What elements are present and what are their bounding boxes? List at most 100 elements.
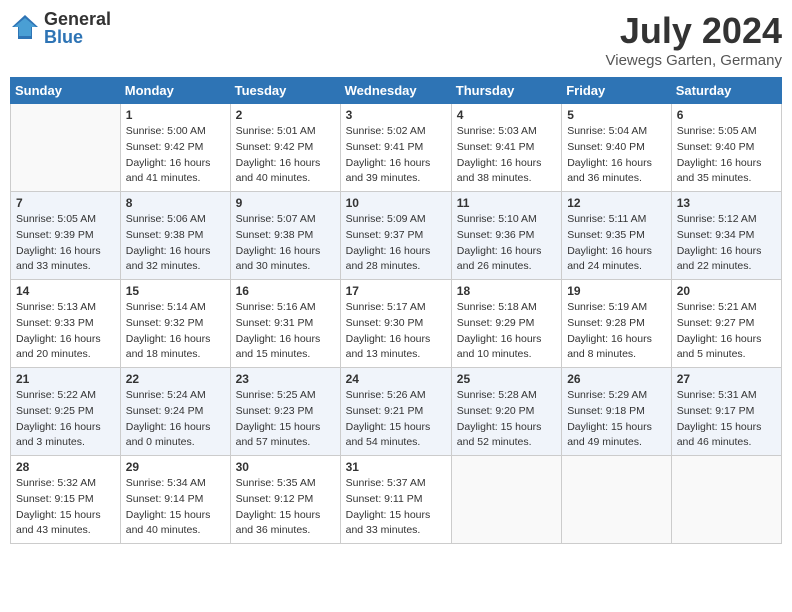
- calendar-cell: 20Sunrise: 5:21 AMSunset: 9:27 PMDayligh…: [671, 280, 781, 368]
- day-number: 19: [567, 284, 666, 298]
- day-number: 17: [346, 284, 446, 298]
- day-number: 23: [236, 372, 335, 386]
- day-number: 20: [677, 284, 776, 298]
- day-info: Sunrise: 5:07 AMSunset: 9:38 PMDaylight:…: [236, 212, 335, 275]
- day-number: 18: [457, 284, 556, 298]
- calendar-cell: 24 Sunrise: 5:26 AMSunset: 9:21 PMDayligh…: [340, 368, 451, 456]
- day-number: 10: [346, 196, 446, 210]
- day-info: Sunrise: 5:35 AMSunset: 9:12 PMDaylight:…: [236, 476, 335, 539]
- calendar-week-3: 14Sunrise: 5:13 AMSunset: 9:33 PMDayligh…: [11, 280, 782, 368]
- day-info: Sunrise: 5:29 AMSunset: 9:18 PMDaylight:…: [567, 388, 666, 451]
- calendar-cell: 13 Sunrise: 5:12 AMSunset: 9:34 PMDayligh…: [671, 192, 781, 280]
- day-header-monday: Monday: [120, 78, 230, 104]
- day-number: 12: [567, 196, 666, 210]
- title-block: July 2024 Viewegs Garten, Germany: [606, 10, 782, 69]
- calendar-cell: 15 Sunrise: 5:14 AMSunset: 9:32 PMDayligh…: [120, 280, 230, 368]
- calendar-cell: 1 Sunrise: 5:00 AMSunset: 9:42 PMDaylight…: [120, 104, 230, 192]
- calendar-week-5: 28 Sunrise: 5:32 AMSunset: 9:15 PMDayligh…: [11, 456, 782, 544]
- calendar-cell: 11 Sunrise: 5:10 AMSunset: 9:36 PMDayligh…: [451, 192, 561, 280]
- page-header: General Blue July 2024 Viewegs Garten, G…: [10, 10, 782, 69]
- location: Viewegs Garten, Germany: [606, 52, 782, 69]
- day-header-wednesday: Wednesday: [340, 78, 451, 104]
- day-number: 4: [457, 108, 556, 122]
- calendar-cell: 9 Sunrise: 5:07 AMSunset: 9:38 PMDaylight…: [230, 192, 340, 280]
- day-number: 31: [346, 460, 446, 474]
- day-info: Sunrise: 5:19 AMSunset: 9:28 PMDaylight:…: [567, 300, 666, 363]
- calendar-cell: [451, 456, 561, 544]
- header-row: SundayMondayTuesdayWednesdayThursdayFrid…: [11, 78, 782, 104]
- day-number: 3: [346, 108, 446, 122]
- day-number: 24: [346, 372, 446, 386]
- day-info: Sunrise: 5:02 AMSunset: 9:41 PMDaylight:…: [346, 124, 446, 187]
- calendar-week-2: 7Sunrise: 5:05 AMSunset: 9:39 PMDaylight…: [11, 192, 782, 280]
- day-info: Sunrise: 5:01 AMSunset: 9:42 PMDaylight:…: [236, 124, 335, 187]
- day-number: 7: [16, 196, 115, 210]
- day-number: 22: [126, 372, 225, 386]
- day-info: Sunrise: 5:09 AMSunset: 9:37 PMDaylight:…: [346, 212, 446, 275]
- day-info: Sunrise: 5:12 AMSunset: 9:34 PMDaylight:…: [677, 212, 776, 275]
- calendar-cell: 6Sunrise: 5:05 AMSunset: 9:40 PMDaylight…: [671, 104, 781, 192]
- calendar-cell: 10 Sunrise: 5:09 AMSunset: 9:37 PMDayligh…: [340, 192, 451, 280]
- day-number: 9: [236, 196, 335, 210]
- day-number: 21: [16, 372, 115, 386]
- calendar-cell: 21 Sunrise: 5:22 AMSunset: 9:25 PMDayligh…: [11, 368, 121, 456]
- day-info: Sunrise: 5:18 AMSunset: 9:29 PMDaylight:…: [457, 300, 556, 363]
- calendar-cell: 12 Sunrise: 5:11 AMSunset: 9:35 PMDayligh…: [562, 192, 672, 280]
- day-info: Sunrise: 5:32 AMSunset: 9:15 PMDaylight:…: [16, 476, 115, 539]
- logo-general-text: General: [44, 10, 111, 28]
- day-header-thursday: Thursday: [451, 78, 561, 104]
- day-number: 2: [236, 108, 335, 122]
- calendar-cell: 23 Sunrise: 5:25 AMSunset: 9:23 PMDayligh…: [230, 368, 340, 456]
- day-number: 29: [126, 460, 225, 474]
- calendar-cell: 26 Sunrise: 5:29 AMSunset: 9:18 PMDayligh…: [562, 368, 672, 456]
- calendar-body: 1 Sunrise: 5:00 AMSunset: 9:42 PMDaylight…: [11, 104, 782, 544]
- day-number: 25: [457, 372, 556, 386]
- logo-blue-text: Blue: [44, 28, 111, 46]
- day-info: Sunrise: 5:14 AMSunset: 9:32 PMDaylight:…: [126, 300, 225, 363]
- calendar-cell: 28 Sunrise: 5:32 AMSunset: 9:15 PMDayligh…: [11, 456, 121, 544]
- calendar-cell: 31Sunrise: 5:37 AMSunset: 9:11 PMDayligh…: [340, 456, 451, 544]
- day-info: Sunrise: 5:26 AMSunset: 9:21 PMDaylight:…: [346, 388, 446, 451]
- day-header-sunday: Sunday: [11, 78, 121, 104]
- day-info: Sunrise: 5:16 AMSunset: 9:31 PMDaylight:…: [236, 300, 335, 363]
- day-info: Sunrise: 5:22 AMSunset: 9:25 PMDaylight:…: [16, 388, 115, 451]
- day-number: 1: [126, 108, 225, 122]
- calendar-cell: 4Sunrise: 5:03 AMSunset: 9:41 PMDaylight…: [451, 104, 561, 192]
- day-number: 16: [236, 284, 335, 298]
- day-header-saturday: Saturday: [671, 78, 781, 104]
- calendar-cell: 17Sunrise: 5:17 AMSunset: 9:30 PMDayligh…: [340, 280, 451, 368]
- day-info: Sunrise: 5:25 AMSunset: 9:23 PMDaylight:…: [236, 388, 335, 451]
- calendar-week-1: 1 Sunrise: 5:00 AMSunset: 9:42 PMDaylight…: [11, 104, 782, 192]
- calendar-cell: 22 Sunrise: 5:24 AMSunset: 9:24 PMDayligh…: [120, 368, 230, 456]
- day-number: 13: [677, 196, 776, 210]
- day-number: 30: [236, 460, 335, 474]
- calendar-cell: [11, 104, 121, 192]
- day-info: Sunrise: 5:11 AMSunset: 9:35 PMDaylight:…: [567, 212, 666, 275]
- calendar-header: SundayMondayTuesdayWednesdayThursdayFrid…: [11, 78, 782, 104]
- day-info: Sunrise: 5:06 AMSunset: 9:38 PMDaylight:…: [126, 212, 225, 275]
- day-info: Sunrise: 5:24 AMSunset: 9:24 PMDaylight:…: [126, 388, 225, 451]
- day-number: 15: [126, 284, 225, 298]
- day-number: 28: [16, 460, 115, 474]
- day-number: 5: [567, 108, 666, 122]
- day-info: Sunrise: 5:13 AMSunset: 9:33 PMDaylight:…: [16, 300, 115, 363]
- calendar-cell: 19 Sunrise: 5:19 AMSunset: 9:28 PMDayligh…: [562, 280, 672, 368]
- day-info: Sunrise: 5:31 AMSunset: 9:17 PMDaylight:…: [677, 388, 776, 451]
- calendar-cell: [562, 456, 672, 544]
- calendar-week-4: 21 Sunrise: 5:22 AMSunset: 9:25 PMDayligh…: [11, 368, 782, 456]
- day-number: 11: [457, 196, 556, 210]
- calendar-cell: 27 Sunrise: 5:31 AMSunset: 9:17 PMDayligh…: [671, 368, 781, 456]
- day-info: Sunrise: 5:00 AMSunset: 9:42 PMDaylight:…: [126, 124, 225, 187]
- day-number: 27: [677, 372, 776, 386]
- day-info: Sunrise: 5:05 AMSunset: 9:40 PMDaylight:…: [677, 124, 776, 187]
- calendar-cell: 5Sunrise: 5:04 AMSunset: 9:40 PMDaylight…: [562, 104, 672, 192]
- day-info: Sunrise: 5:34 AMSunset: 9:14 PMDaylight:…: [126, 476, 225, 539]
- logo-text: General Blue: [44, 10, 111, 46]
- calendar-cell: 8Sunrise: 5:06 AMSunset: 9:38 PMDaylight…: [120, 192, 230, 280]
- calendar-cell: 2 Sunrise: 5:01 AMSunset: 9:42 PMDaylight…: [230, 104, 340, 192]
- day-info: Sunrise: 5:10 AMSunset: 9:36 PMDaylight:…: [457, 212, 556, 275]
- day-header-friday: Friday: [562, 78, 672, 104]
- month-title: July 2024: [606, 10, 782, 52]
- day-number: 26: [567, 372, 666, 386]
- calendar-cell: 18 Sunrise: 5:18 AMSunset: 9:29 PMDayligh…: [451, 280, 561, 368]
